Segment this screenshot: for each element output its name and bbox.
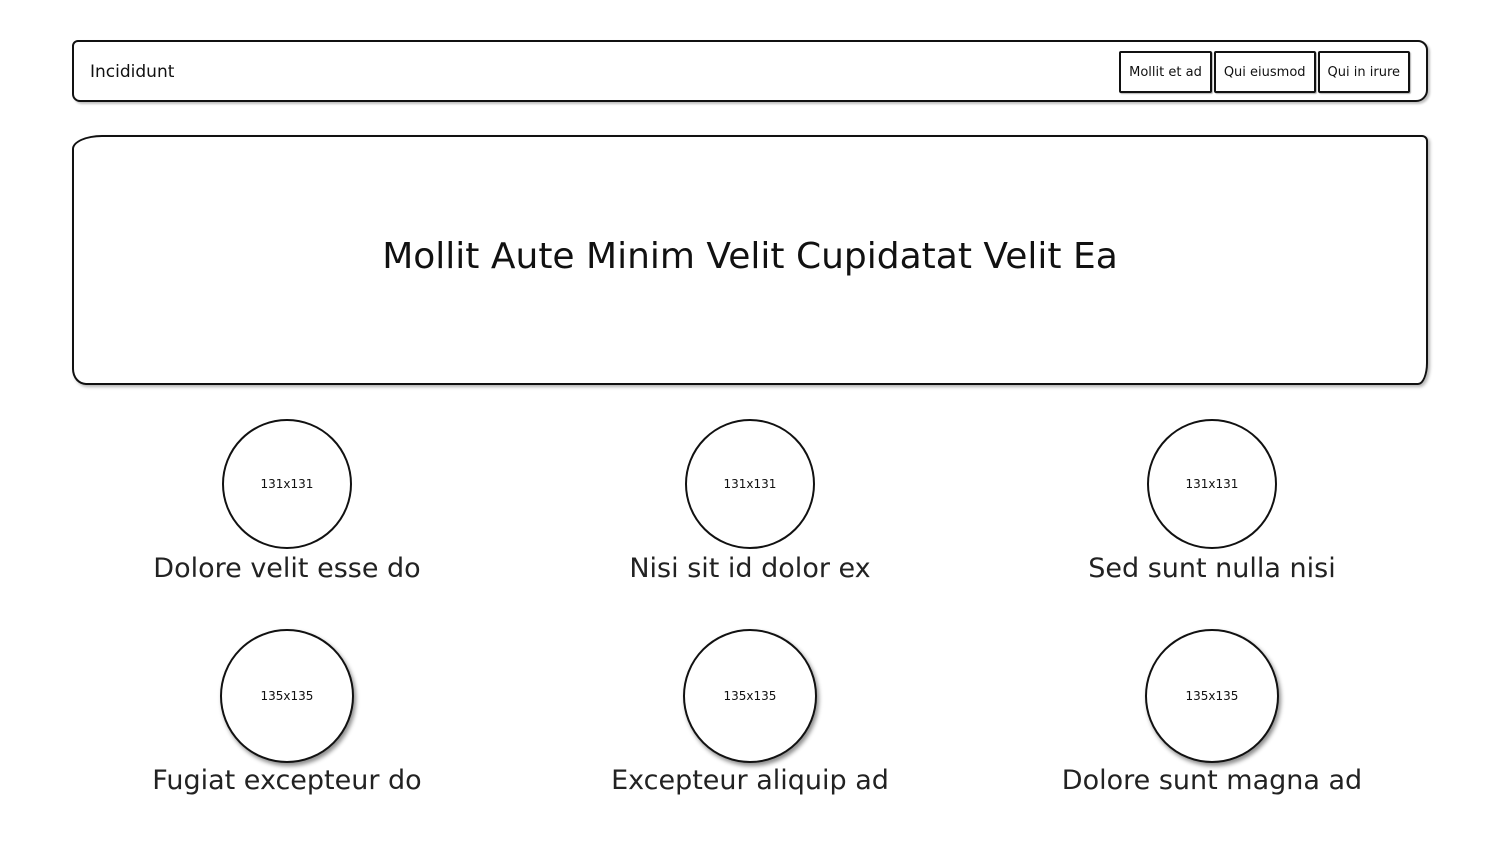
image-placeholder: 131x131 bbox=[1147, 419, 1277, 549]
image-placeholder: 135x135 bbox=[1145, 629, 1279, 763]
nav-button-qui-in-irure[interactable]: Qui in irure bbox=[1317, 51, 1410, 93]
feature-caption: Fugiat excepteur do bbox=[152, 765, 422, 796]
nav-button-qui-eiusmod[interactable]: Qui eiusmod bbox=[1213, 51, 1316, 93]
feature-item: 131x131 Dolore velit esse do bbox=[57, 419, 517, 584]
hero-panel: Mollit Aute Minim Velit Cupidatat Velit … bbox=[72, 135, 1428, 385]
feature-item: 135x135 Excepteur aliquip ad bbox=[520, 629, 980, 796]
nav-button-mollit-et-ad[interactable]: Mollit et ad bbox=[1119, 51, 1212, 93]
feature-caption: Excepteur aliquip ad bbox=[611, 765, 889, 796]
image-placeholder: 135x135 bbox=[220, 629, 354, 763]
image-placeholder: 135x135 bbox=[683, 629, 817, 763]
page: Incididunt Mollit et ad Qui eiusmod Qui … bbox=[0, 0, 1500, 850]
feature-caption: Dolore velit esse do bbox=[153, 553, 421, 584]
feature-item: 131x131 Sed sunt nulla nisi bbox=[982, 419, 1442, 584]
feature-caption: Sed sunt nulla nisi bbox=[1088, 553, 1336, 584]
brand-label: Incididunt bbox=[90, 62, 175, 82]
header-bar: Incididunt Mollit et ad Qui eiusmod Qui … bbox=[72, 40, 1428, 102]
hero-title: Mollit Aute Minim Velit Cupidatat Velit … bbox=[382, 235, 1118, 277]
image-placeholder: 131x131 bbox=[222, 419, 352, 549]
image-placeholder: 131x131 bbox=[685, 419, 815, 549]
feature-item: 135x135 Dolore sunt magna ad bbox=[982, 629, 1442, 796]
feature-caption: Dolore sunt magna ad bbox=[1061, 765, 1363, 796]
nav-buttons: Mollit et ad Qui eiusmod Qui in irure bbox=[1119, 51, 1410, 93]
feature-item: 131x131 Nisi sit id dolor ex bbox=[520, 419, 980, 584]
feature-item: 135x135 Fugiat excepteur do bbox=[57, 629, 517, 796]
feature-caption: Nisi sit id dolor ex bbox=[629, 553, 871, 584]
